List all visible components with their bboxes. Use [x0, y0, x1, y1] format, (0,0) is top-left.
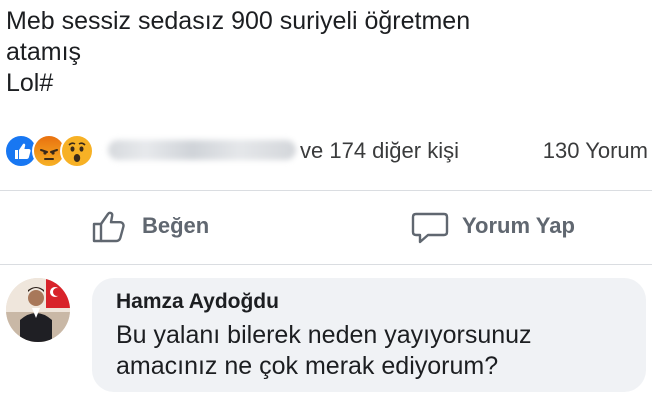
- post-line: Meb sessiz sedasız 900 suriyeli öğretmen: [6, 7, 471, 35]
- comment-line: amacınız ne çok merak ediyorum?: [116, 352, 499, 380]
- divider: [0, 190, 652, 191]
- reactions-row[interactable]: ve 174 diğer kişi 130 Yorum: [4, 132, 648, 168]
- like-label: Beğen: [142, 213, 210, 238]
- post-line: atamış: [6, 38, 82, 66]
- reaction-icons[interactable]: [4, 134, 104, 168]
- reaction-summary[interactable]: ve 174 diğer kişi: [300, 138, 459, 164]
- comment-author[interactable]: Hamza Aydoğdu: [116, 290, 279, 314]
- blurred-name: [108, 140, 296, 160]
- post-text: Meb sessiz sedasız 900 suriyeli öğretmen…: [6, 6, 470, 99]
- comment-body: Bu yalanı bilerek neden yayıyorsunuz ama…: [116, 320, 532, 382]
- avatar[interactable]: [6, 278, 70, 342]
- comments-count[interactable]: 130 Yorum: [543, 138, 648, 164]
- thumbs-up-icon: [90, 206, 130, 246]
- divider: [0, 264, 652, 265]
- post-line: Lol#: [6, 69, 54, 97]
- comment-label: Yorum Yap: [462, 213, 575, 238]
- comment-bubble[interactable]: Hamza Aydoğdu Bu yalanı bilerek neden ya…: [92, 278, 646, 392]
- speech-bubble-icon: [410, 206, 450, 246]
- comment-button[interactable]: Yorum Yap: [410, 204, 575, 248]
- like-button[interactable]: Beğen: [90, 204, 209, 248]
- wow-icon: [60, 134, 94, 168]
- comment-line: Bu yalanı bilerek neden yayıyorsunuz: [116, 321, 532, 349]
